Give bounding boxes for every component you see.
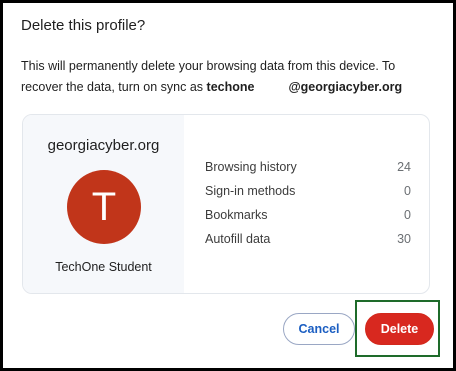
stat-row-autofill-data: Autofill data 30 [205,232,411,256]
dialog-description: This will permanently delete your browsi… [21,56,431,98]
stat-row-browsing-history: Browsing history 24 [205,160,411,184]
profile-stats: Browsing history 24 Sign-in methods 0 Bo… [205,160,411,256]
delete-profile-dialog: Delete this profile? This will permanent… [6,6,450,365]
profile-name: TechOne Student [55,260,152,274]
cancel-button[interactable]: Cancel [283,313,355,345]
avatar: T [67,170,141,244]
stat-value: 24 [397,160,411,174]
stat-row-sign-in-methods: Sign-in methods 0 [205,184,411,208]
stat-value: 30 [397,232,411,246]
description-line-2: recover the data, turn on sync as [21,80,204,94]
description-line-1: This will permanently delete your browsi… [21,59,396,73]
stat-label: Autofill data [205,232,271,246]
account-domain: @georgiacyber.org [288,80,403,94]
account-user: techone [206,80,255,94]
profile-card: georgiacyber.org T TechOne Student Brows… [22,114,430,294]
screenshot-frame: Delete this profile? This will permanent… [0,0,456,371]
profile-org: georgiacyber.org [47,137,160,154]
profile-summary: georgiacyber.org T TechOne Student [23,115,184,293]
stat-label: Bookmarks [205,208,268,222]
stat-label: Sign-in methods [205,184,296,198]
stat-value: 0 [404,184,411,198]
stat-row-bookmarks: Bookmarks 0 [205,208,411,232]
delete-button[interactable]: Delete [365,313,434,345]
stat-value: 0 [404,208,411,222]
dialog-title: Delete this profile? [21,17,146,34]
stat-label: Browsing history [205,160,297,174]
